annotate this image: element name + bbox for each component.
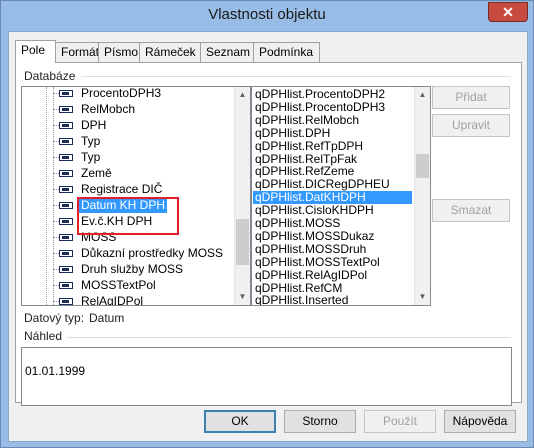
tree-item-label: Typ (81, 150, 101, 164)
field-icon (59, 250, 73, 257)
field-icon (59, 154, 73, 161)
dialog-client: Pole Formát Písmo Rámeček Seznam Podmínk… (8, 31, 528, 442)
list-item[interactable]: qDPHlist.RelMobch (255, 113, 412, 127)
tree-item-label: RelMobch (81, 102, 136, 116)
field-icon (59, 106, 73, 113)
fields-list[interactable]: qDPHlist.ProcentoDPH2 qDPHlist.ProcentoDP… (251, 86, 431, 306)
field-icon (59, 122, 73, 129)
tree-item-label: RelAgIDPol (81, 294, 144, 306)
tree-item-label: Typ (81, 134, 101, 148)
tree-scrollbar[interactable]: ▲ ▼ (234, 87, 250, 305)
field-icon (59, 282, 73, 289)
tree-item[interactable]: Typ (22, 133, 232, 149)
tree-item[interactable]: ProcentoDPH3 (22, 86, 232, 101)
window-title: Vlastnosti objektu (208, 6, 326, 23)
field-icon (59, 234, 73, 241)
list-item[interactable]: qDPHlist.RefTpDPH (255, 139, 412, 153)
help-button[interactable]: Nápověda (444, 410, 516, 433)
list-item[interactable]: qDPHlist.ProcentoDPH3 (255, 100, 412, 114)
tree-item[interactable]: Země (22, 165, 232, 181)
tree-item[interactable]: DPH (22, 117, 232, 133)
preview-separator (67, 337, 511, 338)
tree-item[interactable]: RelMobch (22, 101, 232, 117)
dialog-window: Vlastnosti objektu ✕ Pole Formát Písmo R… (0, 0, 534, 448)
scroll-down-icon[interactable]: ▼ (415, 289, 430, 305)
list-item[interactable]: qDPHlist.MOSSDukaz (255, 229, 412, 243)
ok-button[interactable]: OK (204, 410, 276, 433)
preview-box: 01.01.1999 (21, 347, 512, 406)
database-label: Databáze (24, 69, 76, 83)
field-icon (59, 138, 73, 145)
tree-item-label: ProcentoDPH3 (81, 86, 162, 100)
database-tree[interactable]: ProcentoDPH3 RelMobch DPH Typ Typ Země Registr… (21, 86, 251, 306)
list-scrollbar[interactable]: ▲ ▼ (414, 87, 430, 305)
tree-item[interactable]: MOSSTextPol (22, 277, 232, 293)
datatype-value: Datum (89, 311, 125, 325)
scroll-up-icon[interactable]: ▲ (235, 87, 250, 103)
tree-item[interactable]: Důkazní prostředky MOSS (22, 245, 232, 261)
list-item[interactable]: qDPHlist.MOSSTextPol (255, 255, 412, 269)
tab-podminka[interactable]: Podmínka (253, 42, 320, 62)
tree-item-label: Důkazní prostředky MOSS (81, 246, 224, 260)
tree-item-label: MOSSTextPol (81, 278, 156, 292)
tree-item-label: Země (81, 166, 112, 180)
tree-item-label: Druh služby MOSS (81, 262, 184, 276)
tab-pismo[interactable]: Písmo (98, 42, 140, 62)
apply-button[interactable]: Použít (364, 410, 436, 433)
field-icon (59, 298, 73, 305)
delete-button[interactable]: Smazat (432, 199, 510, 222)
field-icon (59, 218, 73, 225)
field-icon (59, 202, 73, 209)
tree-item-label: DPH (81, 118, 107, 132)
scroll-thumb[interactable] (236, 219, 249, 265)
list-item[interactable]: qDPHlist.MOSSDruh (255, 242, 412, 256)
tree-item[interactable]: Typ (22, 149, 232, 165)
preview-label: Náhled (24, 329, 63, 343)
field-icon (59, 90, 73, 97)
field-icon (59, 170, 73, 177)
list-item[interactable]: qDPHlist.Inserted (255, 294, 412, 305)
field-icon (59, 186, 73, 193)
edit-button[interactable]: Upravit (432, 114, 510, 137)
tab-pole[interactable]: Pole (15, 40, 56, 63)
cancel-button[interactable]: Storno (284, 410, 356, 433)
tab-seznam[interactable]: Seznam (200, 42, 254, 62)
tab-ramecek[interactable]: Rámeček (139, 42, 201, 62)
close-button[interactable]: ✕ (488, 2, 528, 22)
field-icon (59, 266, 73, 273)
list-item[interactable]: qDPHlist.DPH (255, 126, 412, 140)
add-button[interactable]: Přidat (432, 86, 510, 109)
scroll-down-icon[interactable]: ▼ (235, 289, 250, 305)
title-bar[interactable]: Vlastnosti objektu ✕ (1, 1, 533, 29)
tab-format[interactable]: Formát (55, 42, 99, 62)
scroll-up-icon[interactable]: ▲ (415, 87, 430, 103)
highlight-box (77, 197, 179, 235)
tree-item[interactable]: RelAgIDPol (22, 293, 232, 306)
datatype-label: Datový typ: (24, 311, 85, 325)
preview-value: 01.01.1999 (25, 364, 86, 378)
tree-item[interactable]: Druh služby MOSS (22, 261, 232, 277)
tree-item-label: Registrace DIČ (81, 182, 163, 196)
database-separator (81, 76, 511, 77)
scroll-thumb[interactable] (416, 154, 429, 178)
list-item[interactable]: qDPHlist.RelAgIDPol (255, 268, 412, 282)
tree-item[interactable]: Registrace DIČ (22, 181, 232, 197)
